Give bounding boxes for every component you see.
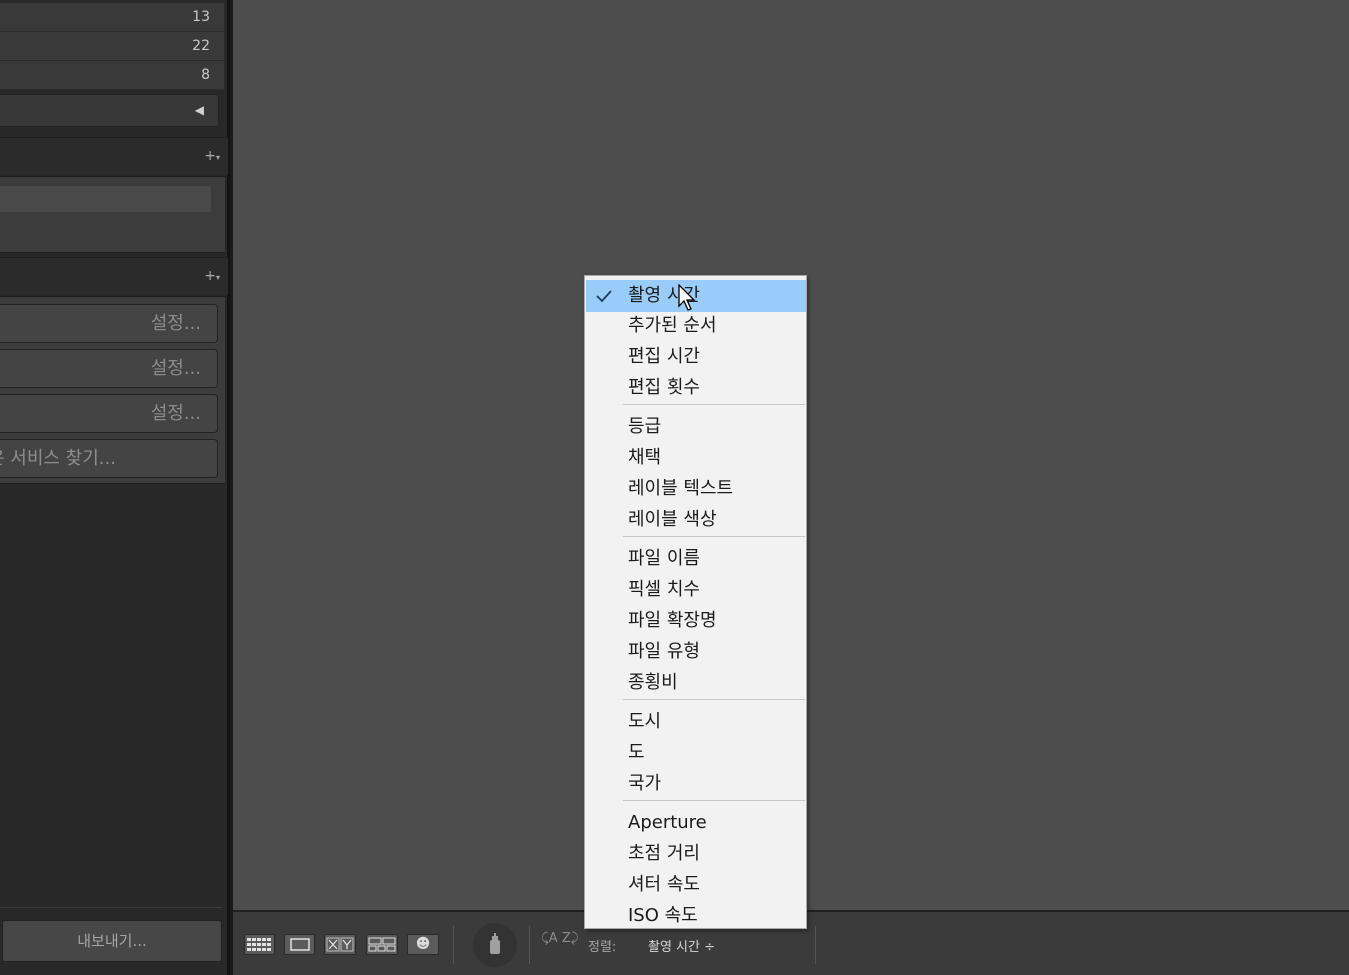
- publish-setup-button[interactable]: 설정...: [0, 349, 218, 388]
- publish-services-body: 설정... 설정... 설정... 은 서비스 찾기...: [0, 296, 225, 484]
- sort-label: 정렬:: [588, 940, 617, 955]
- sort-option[interactable]: 픽셀 치수: [586, 575, 806, 605]
- loupe-icon: [289, 938, 310, 951]
- add-plus-icon[interactable]: +▾: [204, 149, 220, 165]
- sort-option[interactable]: 추가된 순서: [586, 311, 806, 341]
- survey-icon: [368, 937, 396, 952]
- loupe-view-button[interactable]: [284, 934, 315, 955]
- add-plus-icon[interactable]: +▾: [204, 269, 220, 285]
- toolbar-divider: [529, 926, 530, 964]
- collection-count: 22: [192, 38, 210, 54]
- collapse-toggle[interactable]: ◀: [0, 94, 219, 127]
- sort-dropdown-menu: 촬영 시간 추가된 순서 편집 시간 편집 횟수등급 채택 레이블 텍스트 레이블 색상파일…: [584, 275, 807, 929]
- sort-option[interactable]: 도시: [586, 707, 806, 737]
- filter-input[interactable]: [0, 186, 211, 212]
- mouse-pointer-icon: [678, 284, 696, 311]
- sort-option[interactable]: Aperture: [586, 808, 806, 838]
- toolbar-divider: [815, 926, 816, 964]
- grid-view-button[interactable]: [244, 934, 275, 955]
- section-header: +▾: [0, 137, 228, 175]
- collection-count-row[interactable]: 8: [0, 61, 224, 90]
- panel-divider: [0, 907, 222, 908]
- publish-services-header: +▾: [0, 257, 228, 295]
- sort-option[interactable]: 촬영 시간: [586, 280, 806, 312]
- publish-setup-button[interactable]: 설정...: [0, 394, 218, 433]
- sort-option[interactable]: 레이블 텍스트: [586, 474, 806, 504]
- sort-option[interactable]: ISO 속도: [586, 901, 806, 931]
- find-more-services-button[interactable]: 은 서비스 찾기...: [0, 439, 218, 478]
- grid-icon: [247, 938, 271, 951]
- sort-option[interactable]: 레이블 색상: [586, 505, 806, 535]
- checkmark-icon: [596, 290, 612, 303]
- survey-view-button[interactable]: [366, 934, 398, 955]
- publish-setup-button[interactable]: 설정...: [0, 304, 218, 343]
- export-button[interactable]: 내보내기...: [2, 920, 222, 962]
- sort-option[interactable]: 채택: [586, 443, 806, 473]
- sort-option[interactable]: 초점 거리: [586, 839, 806, 869]
- collection-count-row[interactable]: 13: [0, 3, 224, 32]
- collection-count: 8: [201, 67, 210, 83]
- triangle-left-icon: ◀: [194, 103, 204, 117]
- painter-button[interactable]: [473, 923, 517, 967]
- collection-count: 13: [192, 9, 210, 25]
- people-view-button[interactable]: ☻: [407, 934, 439, 955]
- menu-separator: [623, 536, 805, 537]
- sort-option[interactable]: 등급: [586, 412, 806, 442]
- spray-can-icon: [490, 933, 500, 954]
- sort-option[interactable]: 편집 횟수: [586, 373, 806, 403]
- face-icon: ☻: [415, 936, 431, 952]
- compare-xy-icon: [326, 937, 354, 952]
- menu-separator: [623, 404, 805, 405]
- menu-separator: [623, 800, 805, 801]
- sort-option[interactable]: 종횡비: [586, 668, 806, 698]
- menu-separator: [623, 699, 805, 700]
- sort-option[interactable]: 파일 이름: [586, 544, 806, 574]
- sort-option[interactable]: 파일 유형: [586, 637, 806, 667]
- sort-option[interactable]: 편집 시간: [586, 342, 806, 372]
- toolbar-divider: [453, 926, 454, 964]
- sort-option[interactable]: 파일 확장명: [586, 606, 806, 636]
- collection-count-row[interactable]: 22: [0, 32, 224, 61]
- sort-option[interactable]: 도: [586, 738, 806, 768]
- left-panel: 13 22 8 ◀ +▾ +▾ 설정... 설정... 설정... 은 서비스 …: [0, 0, 230, 975]
- sort-option[interactable]: 국가: [586, 769, 806, 799]
- sort-select[interactable]: 촬영 시간 ÷: [648, 936, 715, 955]
- sort-direction-icon[interactable]: ⤹A Z⤸: [541, 931, 579, 946]
- find-services-label: 은 서비스 찾기...: [0, 448, 116, 469]
- section-body: [0, 176, 225, 253]
- sort-option[interactable]: 셔터 속도: [586, 870, 806, 900]
- compare-view-button[interactable]: [324, 934, 356, 955]
